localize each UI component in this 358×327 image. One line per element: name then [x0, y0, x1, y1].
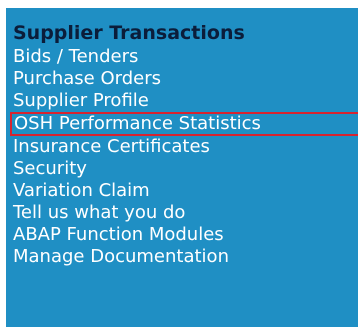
nav-heading: Supplier Transactions [13, 22, 245, 44]
nav-item-insurance-certificates[interactable]: Insurance Certificates [13, 136, 358, 158]
nav-item-abap-function-modules[interactable]: ABAP Function Modules [13, 224, 358, 246]
supplier-nav-panel: Supplier Transactions Bids / Tenders Pur… [6, 8, 358, 327]
nav-item-variation-claim[interactable]: Variation Claim [13, 180, 358, 202]
nav-item-bids-tenders[interactable]: Bids / Tenders [13, 46, 358, 68]
nav-item-manage-documentation[interactable]: Manage Documentation [13, 246, 358, 268]
nav-menu: Bids / Tenders Purchase Orders Supplier … [10, 46, 358, 268]
nav-item-osh-performance-statistics[interactable]: OSH Performance Statistics [10, 112, 358, 136]
nav-item-security[interactable]: Security [13, 158, 358, 180]
nav-item-purchase-orders[interactable]: Purchase Orders [13, 68, 358, 90]
nav-item-supplier-profile[interactable]: Supplier Profile [13, 90, 358, 112]
nav-item-tell-us-what-you-do[interactable]: Tell us what you do [13, 202, 358, 224]
